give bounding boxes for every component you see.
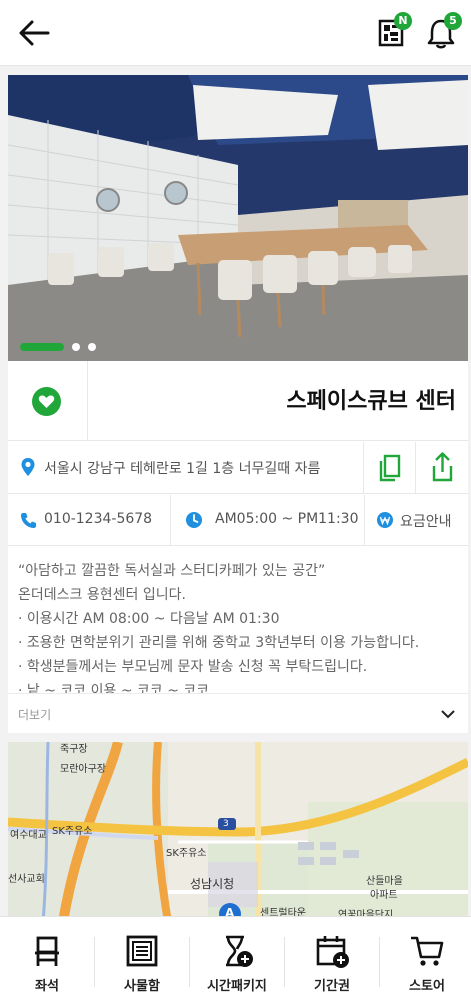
copy-icon <box>379 454 401 482</box>
fee-info-label: 요금안내 <box>400 514 452 530</box>
cart-icon <box>411 936 444 966</box>
description-line: 온더데스크 용현센터 입니다. <box>18 587 186 603</box>
tab-label: 기간권 <box>314 979 350 994</box>
map-label: 모란아구장 <box>60 764 106 775</box>
map-label: SK주유소 <box>52 826 93 837</box>
tab-period-pass[interactable]: 기간권 <box>285 917 379 1005</box>
description-line: · 조용한 면학분위기 관리를 위해 중학교 3학년부터 이용 가능합니다. <box>18 635 420 651</box>
map-label: 성남시청 <box>190 877 235 891</box>
map-label: 선사교회 <box>8 874 45 885</box>
description-line: · 이용시간 AM 08:00 ~ 다음날 AM 01:30 <box>18 611 280 627</box>
tab-label: 사물함 <box>124 979 160 994</box>
map-view[interactable]: 죽구장 모란아구장 SK주유소 여수대교 선사교회 SK주유소 성남시청 산들마… <box>8 742 468 922</box>
title-row: 스페이스큐브 센터 <box>8 361 468 441</box>
chevron-down-icon <box>441 710 455 719</box>
calendar-plus-icon <box>316 936 349 968</box>
description-line: “아담하고 깔끔한 독서실과 스터디카페가 있는 공간” <box>18 563 326 579</box>
hours-cell: AM05:00 ~ PM11:30 <box>170 495 364 546</box>
carousel-dot[interactable] <box>88 343 96 351</box>
phone-number: 010-1234-5678 <box>44 511 153 527</box>
locker-icon <box>126 935 158 967</box>
phone-icon <box>21 513 36 528</box>
tab-label: 시간패키지 <box>207 979 267 994</box>
tab-locker[interactable]: 사물함 <box>95 917 189 1005</box>
qr-new-badge: N <box>394 12 412 30</box>
contact-row: 010-1234-5678 AM05:00 ~ PM11:30 요금안내 <box>8 495 468 546</box>
notification-count-badge: 5 <box>444 12 462 30</box>
clock-icon <box>186 512 202 528</box>
arrow-left-icon[interactable] <box>16 18 52 48</box>
top-bar: N 5 <box>0 0 471 66</box>
place-card: 스페이스큐브 센터 서울시 강남구 테헤란로 1길 1층 너무길때 자름 010 <box>8 75 468 733</box>
copy-address-button[interactable] <box>363 442 415 494</box>
carousel-dot[interactable] <box>72 343 80 351</box>
show-more-button[interactable]: 더보기 <box>8 693 468 733</box>
share-button[interactable] <box>415 442 468 494</box>
description-line: · 낱 ~ 코코 이용 ~ 코코 ~ 코코 <box>18 683 210 693</box>
description-line: · 학생분들께서는 부모님께 문자 발송 신청 꼭 부탁드립니다. <box>18 659 368 675</box>
business-hours: AM05:00 ~ PM11:30 <box>215 511 359 527</box>
map-label: 아파트 <box>370 890 398 901</box>
tab-time-package[interactable]: 시간패키지 <box>190 917 284 1005</box>
place-name: 스페이스큐브 센터 <box>286 389 456 414</box>
description-text: “아담하고 깔끔한 독서실과 스터디카페가 있는 공간” 온더데스크 용현센터 … <box>18 559 463 693</box>
map-label: SK주유소 <box>166 848 207 859</box>
heart-icon <box>32 387 61 416</box>
tab-label: 스토어 <box>409 979 445 994</box>
map-label: 죽구장 <box>60 744 88 755</box>
address-text: 서울시 강남구 테헤란로 1길 1층 너무길때 자름 <box>44 461 321 477</box>
seat-icon <box>35 936 59 966</box>
map-label: 여수대교 <box>10 830 47 841</box>
tab-store[interactable]: 스토어 <box>380 917 471 1005</box>
address-row: 서울시 강남구 테헤란로 1길 1층 너무길때 자름 <box>8 442 468 494</box>
fee-info-button[interactable]: 요금안내 <box>364 495 468 546</box>
location-pin-icon <box>21 458 35 476</box>
show-more-label: 더보기 <box>18 708 52 722</box>
hourglass-plus-icon <box>226 935 253 967</box>
tab-seat[interactable]: 좌석 <box>0 917 94 1005</box>
won-icon <box>377 512 393 528</box>
bottom-tab-bar: 좌석 사물함 시간패키지 기간권 스토어 <box>0 916 471 1005</box>
carousel-dot-active[interactable] <box>20 343 64 351</box>
place-photo[interactable] <box>8 75 468 361</box>
phone-button[interactable]: 010-1234-5678 <box>8 495 170 546</box>
map-route-number: 3 <box>223 819 229 829</box>
tab-label: 좌석 <box>35 979 59 994</box>
map-label: 산들마을 <box>366 876 403 887</box>
share-icon <box>432 452 453 482</box>
favorite-button[interactable] <box>8 361 88 441</box>
